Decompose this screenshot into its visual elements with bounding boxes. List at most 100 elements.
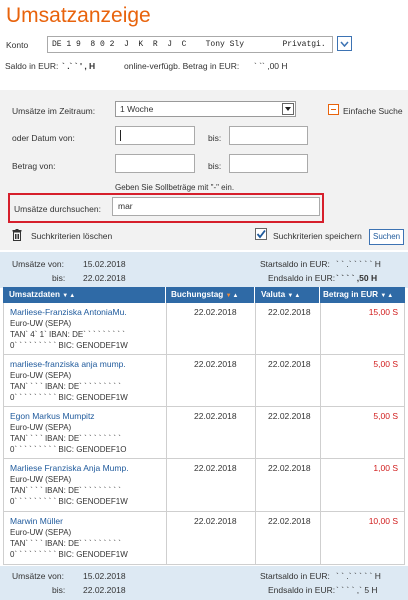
payee-link[interactable]: Marliese Franziska Anja Mump.	[10, 463, 129, 473]
period-label: Umsätze im Zeitraum:	[12, 106, 96, 116]
search-label: Umsätze durchsuchen:	[14, 204, 101, 214]
summary-from-value: 15.02.2018	[83, 259, 126, 269]
table-row: Marwin Müller Euro-UW (SEPA) TAN` ` ` ` …	[3, 512, 405, 565]
end-balance-value: ` ` ` ` ,` 5 H	[336, 585, 378, 595]
account-dropdown-button[interactable]	[337, 36, 352, 51]
amount-from-label: Betrag von:	[12, 161, 56, 171]
chevron-down-icon	[281, 103, 294, 115]
sort-icon[interactable]: ▼▲	[287, 293, 301, 299]
summary-from-label: Umsätze von:	[12, 259, 64, 269]
start-balance-label: Startsaldo in EUR:	[260, 259, 330, 269]
summary-to-label: bis:	[52, 273, 66, 283]
table-row: Marliese-Franziska AntoniaMu. Euro-UW (S…	[3, 303, 405, 355]
simple-search-toggle[interactable]	[328, 104, 339, 115]
value-date: 22.02.2018	[268, 307, 311, 317]
transaction-detail: TAN` ` ` ` IBAN: DE` ` ` ` ` ` ` ` `	[10, 539, 121, 548]
transaction-detail: 0` ` ` ` ` ` ` ` ` BIC: GENODEF1W	[10, 341, 128, 350]
summary-from-label: Umsätze von:	[12, 571, 64, 581]
chevron-down-icon	[340, 41, 349, 47]
payee-link[interactable]: Marwin Müller	[10, 516, 63, 526]
column-label: Betrag in EUR	[323, 290, 379, 299]
amount: 15,00 S	[368, 307, 398, 317]
summary-to-value: 22.02.2018	[83, 273, 126, 283]
column-divider	[319, 287, 320, 303]
transaction-type: Euro-UW (SEPA)	[10, 423, 72, 432]
sort-icon[interactable]: ▼▲	[380, 293, 394, 299]
table-row: Egon Markus Mumpitz Euro-UW (SEPA) TAN` …	[3, 407, 405, 459]
search-button[interactable]: Suchen	[369, 229, 405, 245]
save-criteria-checkbox[interactable]	[255, 228, 267, 240]
end-balance-label: Endsaldo in EUR:	[268, 585, 336, 595]
column-header-valuta[interactable]: Valuta ▼▲	[261, 290, 301, 299]
transactions-table-header: Umsatzdaten ▼▲ Buchungstag ▼▲ Valuta ▼▲ …	[3, 287, 405, 303]
value-date: 22.02.2018	[268, 359, 311, 369]
sort-icon[interactable]: ▼▲	[62, 293, 76, 299]
trash-icon[interactable]	[12, 229, 22, 241]
saldo-label: Saldo in EUR:	[5, 61, 59, 71]
transaction-detail: 0` ` ` ` ` ` ` ` ` BIC: GENODEF1W	[10, 497, 128, 506]
column-label: Umsatzdaten	[9, 290, 60, 299]
amount-from-input[interactable]	[115, 154, 195, 173]
transaction-detail: TAN` ` ` ` IBAN: DE` ` ` ` ` ` ` ` `	[10, 486, 121, 495]
amount-to-input[interactable]	[229, 154, 308, 173]
transaction-detail: TAN` 4` 1` IBAN: DE` ` ` ` ` ` ` ` `	[10, 330, 125, 339]
amount: 5,00 S	[373, 411, 398, 421]
column-label: Valuta	[261, 290, 286, 299]
simple-search-link[interactable]: Einfache Suche	[343, 106, 403, 116]
date-to-label: bis:	[208, 133, 222, 143]
booking-date: 22.02.2018	[194, 516, 237, 526]
text-cursor	[120, 130, 121, 141]
transaction-detail: 0` ` ` ` ` ` ` ` ` BIC: GENODEF1W	[10, 393, 128, 402]
payee-link[interactable]: marliese-franziska anja mump.	[10, 359, 126, 369]
transaction-type: Euro-UW (SEPA)	[10, 475, 72, 484]
column-divider	[165, 287, 166, 303]
date-from-label: oder Datum von:	[12, 133, 75, 143]
amount: 5,00 S	[373, 359, 398, 369]
value-date: 22.02.2018	[268, 411, 311, 421]
start-balance-value: ` ` .` ` ` ` ` H	[336, 259, 381, 269]
summary-to-value: 22.02.2018	[83, 585, 126, 595]
end-balance-label: Endsaldo in EUR:	[268, 273, 336, 283]
transaction-detail: 0` ` ` ` ` ` ` ` ` BIC: GENODEF1W	[10, 550, 128, 559]
amount: 1,00 S	[373, 463, 398, 473]
amount-to-label: bis:	[208, 161, 222, 171]
booking-date: 22.02.2018	[194, 463, 237, 473]
account-value: DE 1 9 8 0 2 J K R J C Tony Sly Privatgi…	[52, 40, 326, 49]
column-header-betrag[interactable]: Betrag in EUR ▼▲	[323, 290, 394, 299]
table-row: Marliese Franziska Anja Mump. Euro-UW (S…	[3, 459, 405, 512]
transaction-type: Euro-UW (SEPA)	[10, 528, 72, 537]
period-value: 1 Woche	[120, 104, 154, 114]
transaction-type: Euro-UW (SEPA)	[10, 371, 72, 380]
available-value: ` `` ,00 H	[254, 61, 288, 71]
account-select[interactable]: DE 1 9 8 0 2 J K R J C Tony Sly Privatgi…	[47, 36, 333, 53]
transaction-detail: TAN` ` ` ` IBAN: DE` ` ` ` ` ` ` ` `	[10, 434, 121, 443]
date-from-input[interactable]	[115, 126, 195, 145]
payee-link[interactable]: Marliese-Franziska AntoniaMu.	[10, 307, 127, 317]
value-date: 22.02.2018	[268, 516, 311, 526]
transaction-detail: TAN` ` ` ` IBAN: DE` ` ` ` ` ` ` ` `	[10, 382, 121, 391]
column-header-umsatzdaten[interactable]: Umsatzdaten ▼▲	[9, 290, 76, 299]
transaction-detail: 0` ` ` ` ` ` ` ` ` BIC: GENODEF1O	[10, 445, 127, 454]
value-date: 22.02.2018	[268, 463, 311, 473]
payee-link[interactable]: Egon Markus Mumpitz	[10, 411, 95, 421]
column-label: Buchungstag	[171, 290, 224, 299]
search-input[interactable]: mar	[112, 197, 320, 216]
column-divider	[254, 287, 255, 303]
search-input-value: mar	[118, 201, 133, 211]
checkmark-icon	[256, 229, 266, 239]
clear-criteria-button[interactable]: Suchkriterien löschen	[31, 231, 112, 241]
page-title: Umsatzanzeige	[6, 4, 151, 27]
booking-date: 22.02.2018	[194, 359, 237, 369]
start-balance-value: ` ` .` ` ` ` ` H	[336, 571, 381, 581]
sort-icon[interactable]: ▼▲	[226, 293, 240, 299]
summary-to-label: bis:	[52, 585, 66, 595]
saldo-value: ` .` ` ' , H	[62, 61, 96, 71]
available-label: online-verfügb. Betrag in EUR:	[124, 61, 240, 71]
booking-date: 22.02.2018	[194, 307, 237, 317]
period-select[interactable]: 1 Woche	[115, 101, 296, 117]
date-to-input[interactable]	[229, 126, 308, 145]
summary-from-value: 15.02.2018	[83, 571, 126, 581]
amount: 10,00 S	[368, 516, 398, 526]
column-header-buchungstag[interactable]: Buchungstag ▼▲	[171, 290, 240, 299]
start-balance-label: Startsaldo in EUR:	[260, 571, 330, 581]
